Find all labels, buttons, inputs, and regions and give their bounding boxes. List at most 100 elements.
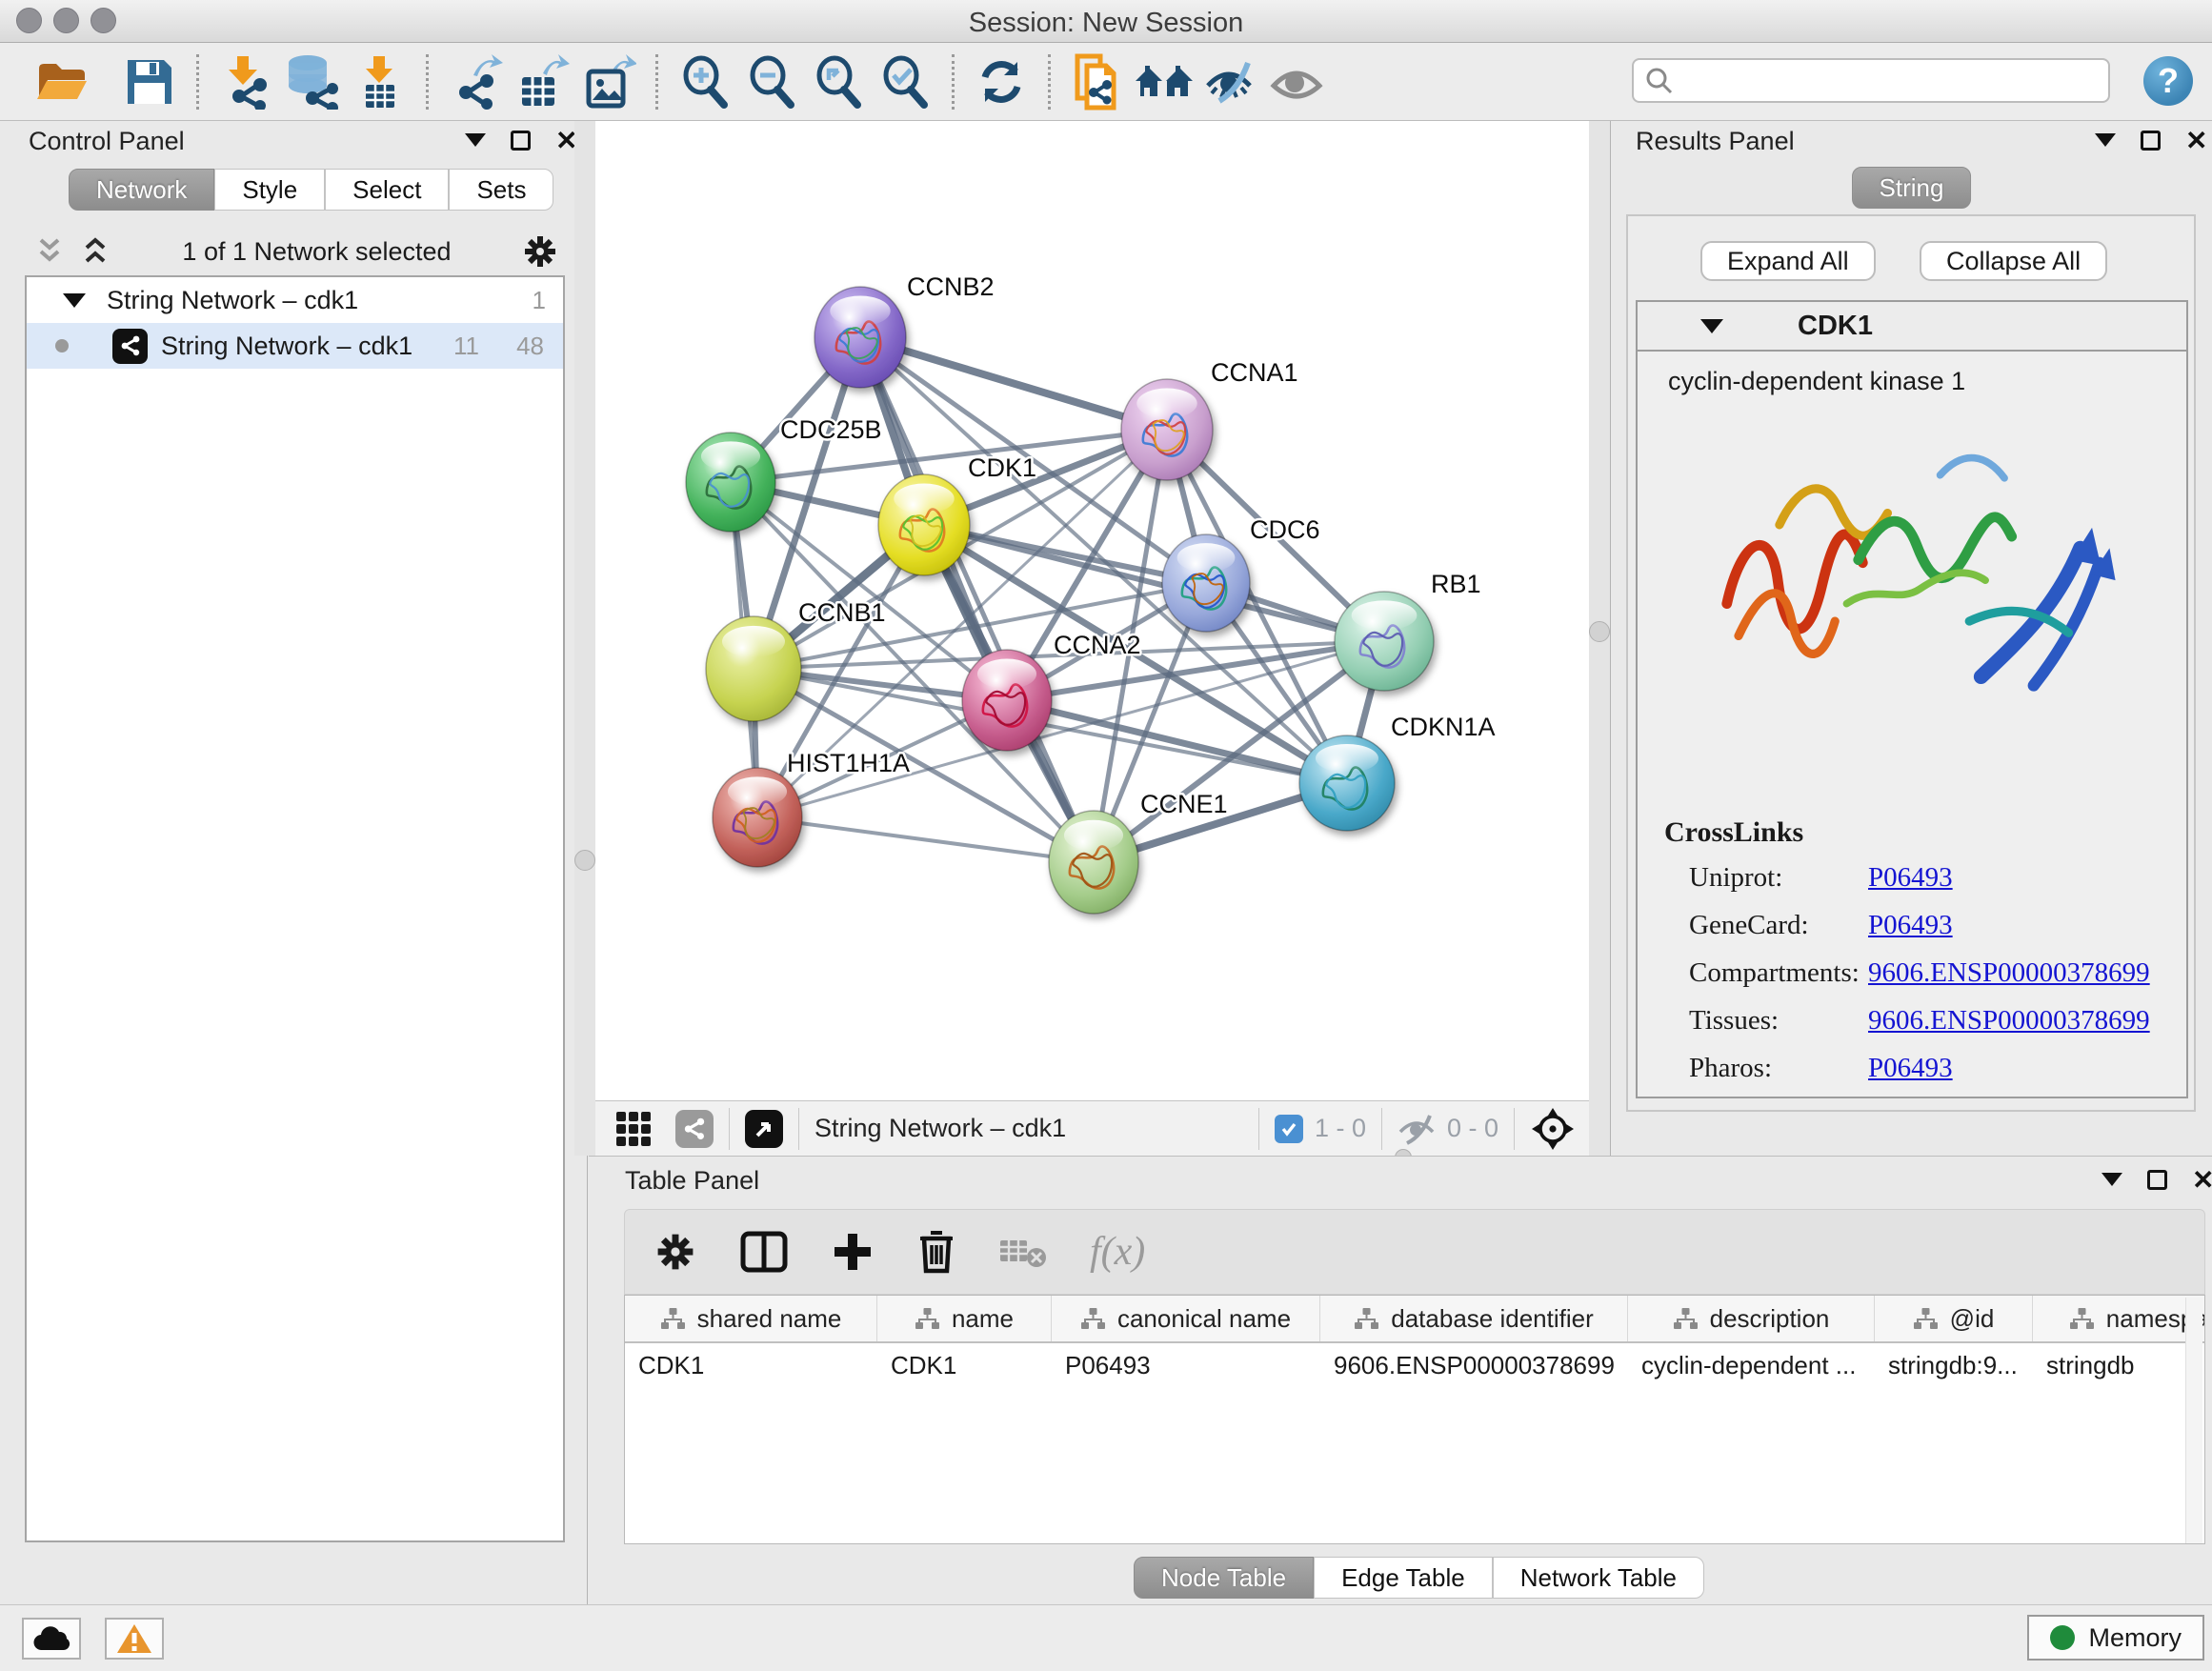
node-CCNE1[interactable] <box>1049 811 1138 914</box>
node-CCNA1[interactable] <box>1121 379 1213 480</box>
column-header-description[interactable]: description <box>1628 1296 1875 1341</box>
node-HIST1H1A[interactable] <box>713 768 802 867</box>
table-cell[interactable]: P06493 <box>1052 1351 1320 1380</box>
crosslink-link[interactable]: P06493 <box>1868 862 1953 894</box>
column-header-shared-name[interactable]: shared name <box>625 1296 877 1341</box>
collapse-all-button[interactable]: Collapse All <box>1920 241 2107 281</box>
close-panel-icon[interactable]: ✕ <box>2185 131 2207 151</box>
tab-network-table[interactable]: Network Table <box>1493 1557 1704 1599</box>
tab-select[interactable]: Select <box>325 169 449 211</box>
hidden-count-eye-icon[interactable] <box>1398 1113 1438 1145</box>
node-CDKN1A[interactable] <box>1299 735 1395 831</box>
table-cell[interactable]: cyclin-dependent ... <box>1628 1351 1875 1380</box>
crosslink-link[interactable]: P06493 <box>1868 1053 1953 1084</box>
node-table[interactable]: shared namenamecanonical namedatabase id… <box>624 1295 2205 1544</box>
hide-selected-button[interactable] <box>1197 51 1264 112</box>
node-CCNB2[interactable] <box>814 287 906 388</box>
collection-expander-icon[interactable] <box>63 293 86 308</box>
grid-view-icon[interactable] <box>614 1110 653 1148</box>
tab-style[interactable]: Style <box>214 169 325 211</box>
tab-node-table[interactable]: Node Table <box>1134 1557 1314 1599</box>
network-graph[interactable]: CCNB2CCNA1CDC25BCDK1CDC6RB1CCNB1CCNA2CDK… <box>595 121 1589 1100</box>
detach-view-icon[interactable] <box>745 1110 783 1148</box>
refresh-button[interactable] <box>968 51 1035 112</box>
panel-menu-icon[interactable] <box>465 133 486 147</box>
memory-button[interactable]: Memory <box>2027 1615 2204 1661</box>
panel-menu-icon[interactable] <box>2095 133 2116 147</box>
crosslink-link[interactable]: P06493 <box>1868 910 1953 941</box>
table-cell[interactable]: 9606.ENSP00000378699 <box>1320 1351 1628 1380</box>
zoom-in-button[interactable] <box>672 51 738 112</box>
import-network-from-database-button[interactable] <box>279 51 346 112</box>
crosslink-link[interactable]: 9606.ENSP00000378699 <box>1868 957 2150 989</box>
edge-CCNB2-CCNE1[interactable] <box>860 337 1094 862</box>
node-CDK1[interactable] <box>878 474 970 575</box>
tab-sets[interactable]: Sets <box>449 169 553 211</box>
birds-eye-view-icon[interactable] <box>1530 1106 1576 1152</box>
zoom-out-button[interactable] <box>738 51 805 112</box>
cloud-status-button[interactable] <box>22 1618 81 1660</box>
panel-menu-icon[interactable] <box>2101 1173 2122 1186</box>
network-row[interactable]: String Network – cdk1 11 48 <box>27 323 563 369</box>
table-cell[interactable]: stringdb:9... <box>1875 1351 2033 1380</box>
open-session-button[interactable] <box>29 51 95 112</box>
edge-CCNB2-CCNA1[interactable] <box>860 337 1167 430</box>
expand-all-networks-icon[interactable] <box>34 236 67 267</box>
import-network-button[interactable] <box>212 51 279 112</box>
show-all-button[interactable] <box>1264 51 1331 112</box>
tab-edge-table[interactable]: Edge Table <box>1314 1557 1493 1599</box>
warnings-button[interactable] <box>105 1618 164 1660</box>
add-column-icon[interactable] <box>831 1230 875 1274</box>
float-panel-icon[interactable] <box>511 131 531 151</box>
entry-expander-icon[interactable] <box>1700 319 1723 333</box>
crosslink-link[interactable]: 9606.ENSP00000378699 <box>1868 1005 2150 1037</box>
node-CDC6[interactable] <box>1162 534 1250 632</box>
node-CCNA2[interactable] <box>962 650 1052 751</box>
column-header-database-identifier[interactable]: database identifier <box>1320 1296 1628 1341</box>
table-cell[interactable]: CDK1 <box>877 1351 1052 1380</box>
float-panel-icon[interactable] <box>2147 1170 2167 1190</box>
zoom-fit-button[interactable] <box>805 51 872 112</box>
column-header-canonical-name[interactable]: canonical name <box>1052 1296 1320 1341</box>
collapse-all-networks-icon[interactable] <box>80 236 112 267</box>
selected-count-checkbox-icon[interactable] <box>1275 1115 1303 1143</box>
export-network-button[interactable] <box>442 51 509 112</box>
first-neighbors-button[interactable] <box>1131 51 1197 112</box>
table-cell[interactable]: CDK1 <box>625 1351 877 1380</box>
import-table-button[interactable] <box>346 51 412 112</box>
network-collection-row[interactable]: String Network – cdk1 1 <box>27 277 563 323</box>
expand-all-button[interactable]: Expand All <box>1700 241 1876 281</box>
tab-network[interactable]: Network <box>69 169 214 211</box>
column-header-name[interactable]: name <box>877 1296 1052 1341</box>
import-network-icon <box>218 54 273 110</box>
protein-entry-header[interactable]: CDK1 <box>1638 302 2186 352</box>
table-cell[interactable]: stringdb <box>2033 1351 2205 1380</box>
export-table-button[interactable] <box>509 51 575 112</box>
network-canvas[interactable]: CCNB2CCNA1CDC25BCDK1CDC6RB1CCNB1CCNA2CDK… <box>595 121 1589 1100</box>
node-CDC25B[interactable] <box>686 433 775 532</box>
string-view-icon[interactable] <box>675 1110 714 1148</box>
left-splitter-handle[interactable] <box>574 850 595 871</box>
save-session-button[interactable] <box>116 51 183 112</box>
zoom-selected-button[interactable] <box>872 51 938 112</box>
show-columns-icon[interactable] <box>739 1230 789 1274</box>
node-CCNB1[interactable] <box>706 616 801 721</box>
right-splitter-handle[interactable] <box>1589 621 1610 642</box>
help-button[interactable]: ? <box>2143 56 2193 106</box>
column-header-namespace[interactable]: namespace <box>2033 1296 2205 1341</box>
tab-string[interactable]: String <box>1852 167 1972 209</box>
close-panel-icon[interactable]: ✕ <box>2192 1170 2212 1190</box>
table-settings-gear-icon[interactable] <box>654 1230 697 1274</box>
network-options-gear-icon[interactable] <box>521 232 559 271</box>
float-panel-icon[interactable] <box>2141 131 2161 151</box>
duplicate-network-button[interactable] <box>1064 51 1131 112</box>
node-RB1[interactable] <box>1335 592 1434 691</box>
table-row[interactable]: CDK1CDK1P064939606.ENSP00000378699cyclin… <box>625 1343 2204 1387</box>
delete-column-icon[interactable] <box>916 1229 956 1275</box>
table-vertical-scrollbar[interactable] <box>2185 1298 2202 1543</box>
edge-HIST1H1A-CCNE1[interactable] <box>757 817 1094 862</box>
export-image-button[interactable] <box>575 51 642 112</box>
left-splitter[interactable] <box>574 121 595 1156</box>
column-header--id[interactable]: @id <box>1875 1296 2033 1341</box>
search-input[interactable] <box>1674 66 2083 95</box>
